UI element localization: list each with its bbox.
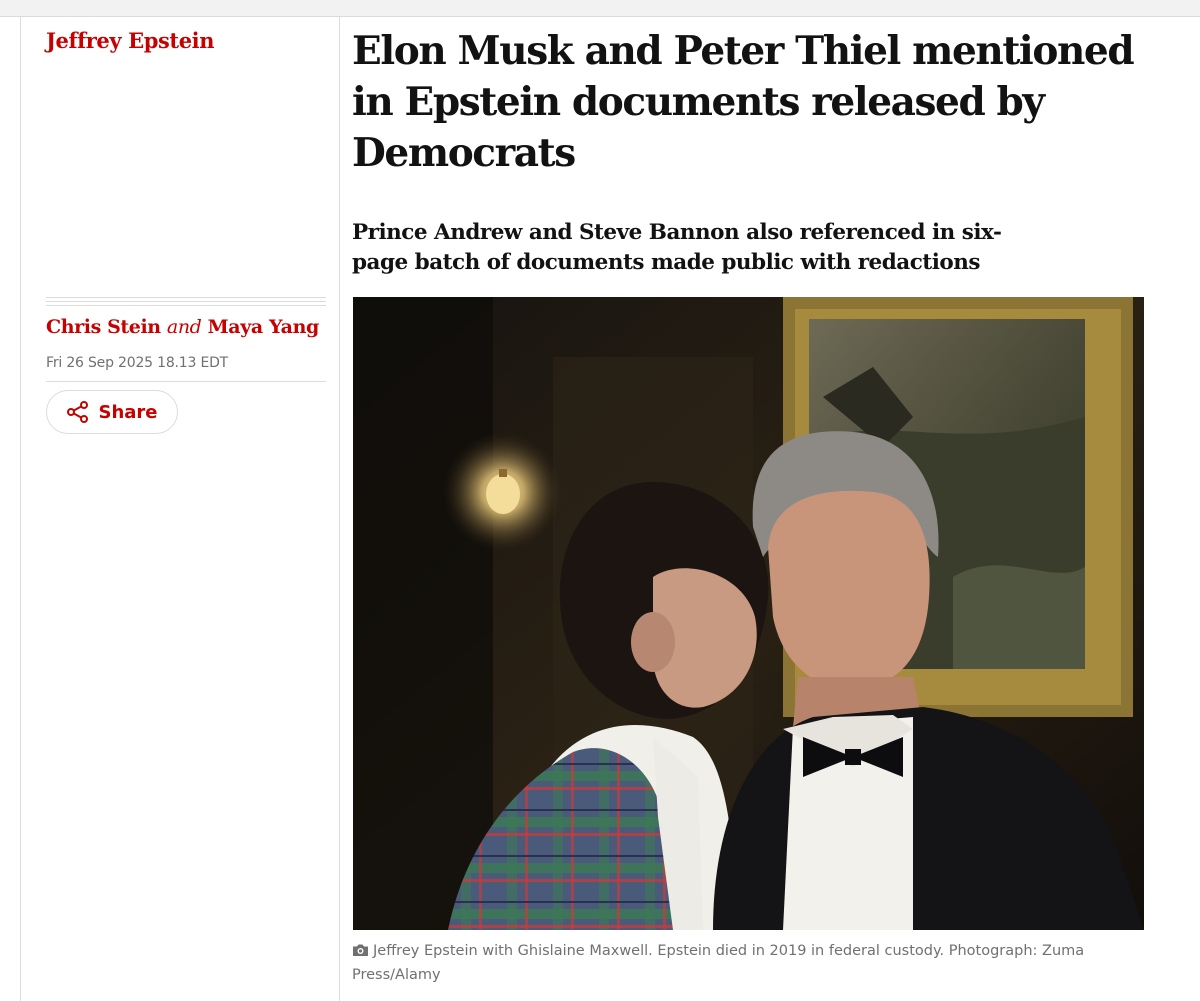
share-icon bbox=[66, 401, 90, 423]
article-main-photo bbox=[353, 297, 1144, 930]
author-link-maya-yang[interactable]: Maya Yang bbox=[208, 316, 320, 338]
article-standfirst: Prince Andrew and Steve Bannon also refe… bbox=[352, 220, 1002, 275]
share-button[interactable]: Share bbox=[46, 390, 178, 434]
article-headline: Elon Musk and Peter Thiel mentioned in E… bbox=[352, 28, 1135, 176]
center-column-rule bbox=[339, 17, 340, 1001]
camera-icon bbox=[352, 942, 369, 964]
publish-date: Fri 26 Sep 2025 18.13 EDT bbox=[46, 355, 229, 371]
byline-joiner: and bbox=[166, 316, 202, 338]
left-column-rule bbox=[20, 17, 21, 1001]
series-tag-link[interactable]: Jeffrey Epstein bbox=[46, 28, 215, 53]
caption-text: Jeffrey Epstein with Ghislaine Maxwell. … bbox=[373, 943, 945, 959]
meta-divider-lines bbox=[46, 297, 326, 309]
photo-caption: Jeffrey Epstein with Ghislaine Maxwell. … bbox=[352, 940, 1142, 986]
meta-divider bbox=[46, 381, 326, 382]
byline: Chris Stein and Maya Yang bbox=[46, 316, 319, 338]
share-button-label: Share bbox=[98, 401, 158, 423]
author-link-chris-stein[interactable]: Chris Stein bbox=[46, 316, 161, 338]
browser-top-bar bbox=[0, 0, 1200, 17]
